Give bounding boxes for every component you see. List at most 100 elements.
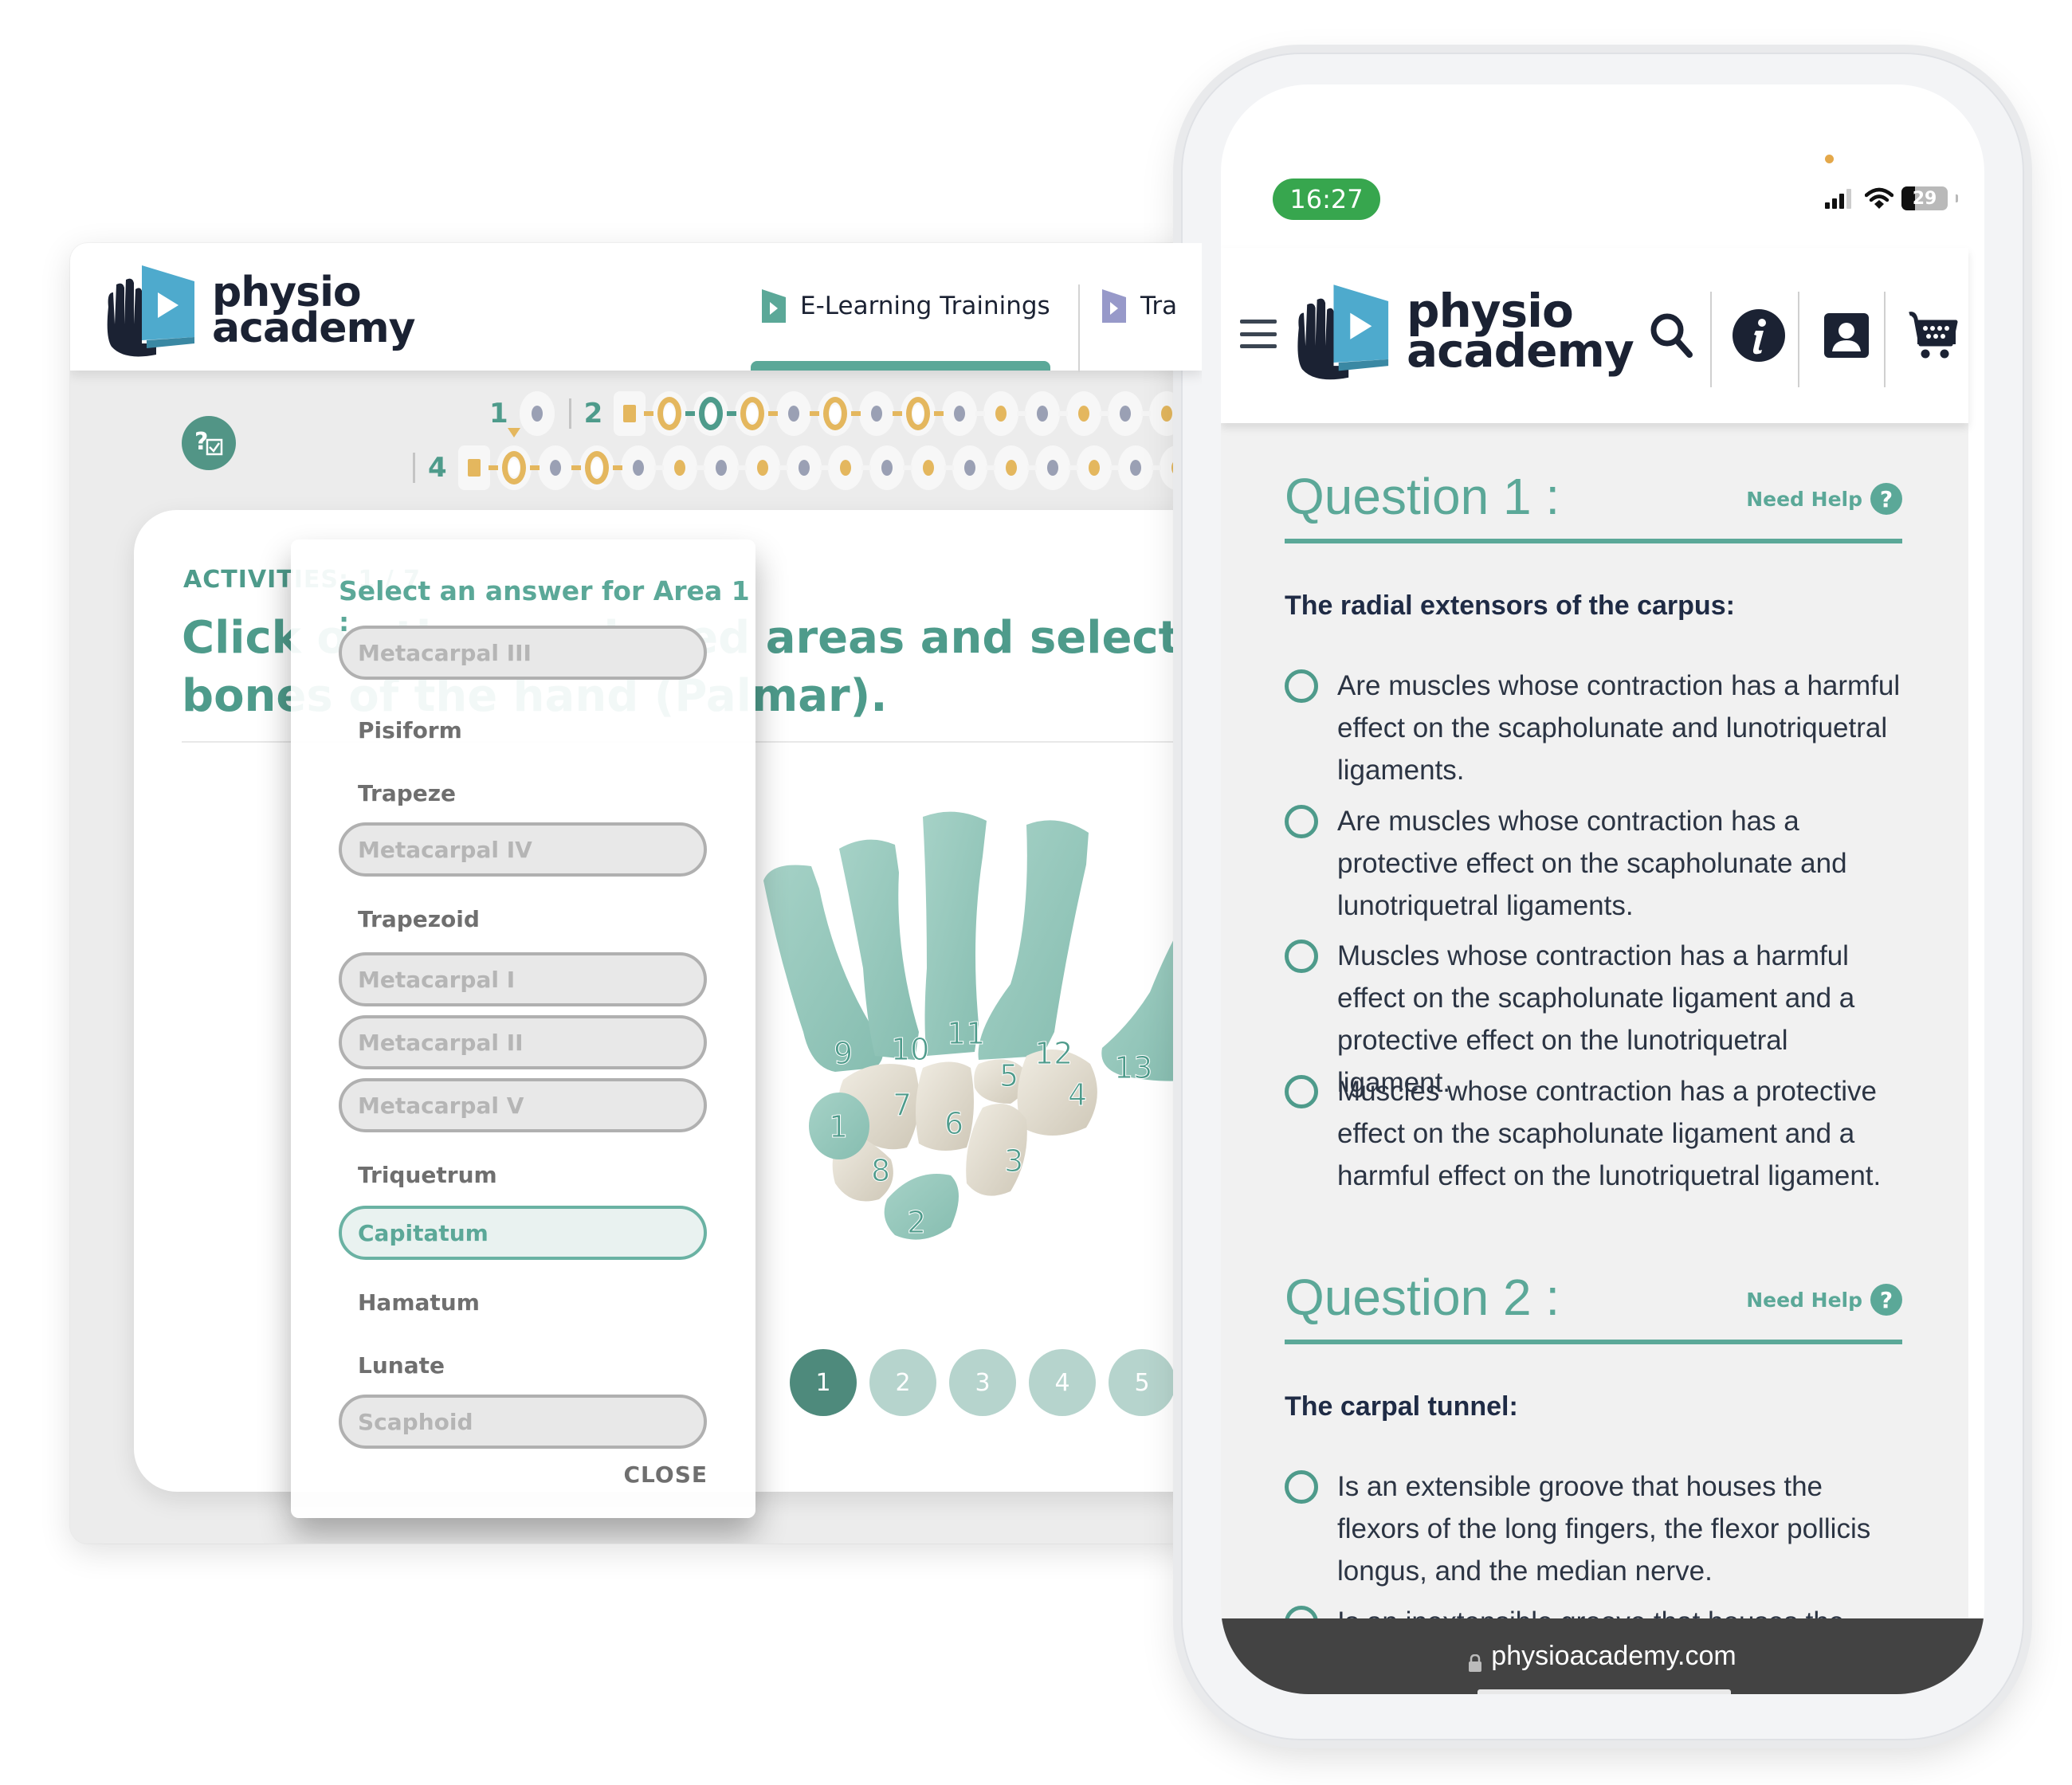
menu-icon[interactable] [1240,320,1277,348]
progress-step-partial[interactable] [910,445,946,490]
bone-area-label[interactable]: 8 [871,1153,891,1189]
radio-button[interactable] [1285,940,1318,973]
question-divider [1285,1340,1902,1344]
url-text: physioacademy.com [1491,1641,1736,1671]
bone-area-label[interactable]: 5 [999,1058,1019,1094]
need-help-link[interactable]: Need Help ? [1746,1284,1902,1316]
progress-step-pending[interactable] [869,445,905,490]
radio-button[interactable] [1285,805,1318,838]
dropdown-option[interactable]: Metacarpal V [339,1078,707,1132]
area-button[interactable]: 2 [869,1349,936,1416]
quiz-help-button[interactable]: ? [182,416,236,470]
progress-step-pending[interactable] [703,445,739,490]
dropdown-option[interactable]: Metacarpal I [339,952,707,1006]
physio-academy-logo[interactable]: physio academy [1289,280,1634,383]
progress-step-pending[interactable] [537,445,573,490]
area-button[interactable]: 4 [1029,1349,1096,1416]
dropdown-option[interactable]: Scaphoid [339,1395,707,1449]
area-button[interactable]: 1 [790,1349,857,1416]
answer-option[interactable]: Is an extensible groove that houses the … [1285,1465,1906,1592]
progress-tracker-row-1: 12 [485,391,1191,436]
bone-area-label[interactable]: 3 [1004,1144,1024,1179]
bone-area-label[interactable]: 12 [1034,1036,1073,1072]
progress-step-completed[interactable] [579,445,614,490]
dropdown-option[interactable]: Trapezoid [339,892,707,946]
bone-area-label[interactable]: 2 [907,1205,927,1241]
radio-button[interactable] [1285,669,1318,703]
progress-section-start[interactable] [457,445,490,490]
answer-dropdown: Select an answer for Area 1 : Metacarpal… [291,539,755,1518]
logo-hand-play-icon [100,261,204,360]
account-button[interactable] [1807,288,1886,383]
progress-step-partial[interactable] [993,445,1029,490]
progress-section-number: 2 [583,398,603,430]
progress-step-pending[interactable] [786,445,822,490]
progress-step-pending[interactable] [620,445,656,490]
progress-step-completed[interactable] [735,391,771,436]
progress-step-partial[interactable] [744,445,780,490]
bone-area-label[interactable]: 1 [829,1109,849,1145]
progress-step-partial[interactable] [827,445,863,490]
dropdown-option[interactable]: Pisiform [339,703,707,757]
hand-bones-diagram[interactable]: 123456789 10 1112 13 [748,793,1194,1335]
progress-step-partial[interactable] [983,391,1019,436]
progress-step-pending[interactable] [519,391,555,436]
bone-area-label[interactable]: 9 [834,1036,854,1072]
info-button[interactable] [1719,288,1799,383]
tab-trainings[interactable]: Tra [1102,289,1177,323]
dropdown-option[interactable]: Metacarpal IV [339,822,707,877]
progress-step-completed[interactable] [652,391,688,436]
progress-step-pending[interactable] [776,391,812,436]
progress-step-pending[interactable] [942,391,978,436]
progress-step-pending[interactable] [1108,391,1144,436]
progress-step-pending[interactable] [859,391,895,436]
info-icon [1733,309,1785,362]
progress-step-partial[interactable] [1066,391,1102,436]
answer-option[interactable]: Are muscles whose contraction has a prot… [1285,800,1906,927]
progress-section-start[interactable] [614,391,646,436]
dropdown-option[interactable]: Capitatum [339,1206,707,1260]
bone-area-label[interactable]: 13 [1114,1050,1153,1086]
browser-address-bar[interactable]: physioacademy.com [1221,1618,1984,1694]
area-button[interactable]: 5 [1109,1349,1175,1416]
need-help-link[interactable]: Need Help ? [1746,483,1902,515]
progress-step-partial[interactable] [1149,391,1185,436]
bone-area-label[interactable]: 4 [1068,1077,1088,1113]
tab-elearning-trainings[interactable]: E-Learning Trainings [762,289,1050,323]
dropdown-option[interactable]: Hamatum [339,1275,707,1329]
dropdown-option[interactable]: Trapeze [339,766,707,820]
progress-step-partial[interactable] [1076,445,1112,490]
close-button[interactable]: CLOSE [624,1461,708,1488]
progress-step-pending[interactable] [1025,391,1061,436]
progress-step-completed[interactable] [901,391,936,436]
progress-step-partial[interactable] [661,445,697,490]
physio-academy-logo[interactable]: physio academy [100,261,416,360]
progress-step-pending[interactable] [1117,445,1153,490]
answer-option[interactable]: Muscles whose contraction has a protecti… [1285,1070,1906,1197]
bone-area-label[interactable]: 10 [891,1032,930,1068]
progress-step-pending[interactable] [952,445,987,490]
progress-step-completed[interactable] [818,391,854,436]
mobile-site-header: physio academy [1221,248,1968,423]
dropdown-option[interactable]: Lunate [339,1338,707,1392]
progress-step-completed[interactable] [496,428,532,490]
progress-step-completed[interactable] [693,391,729,436]
phone-screen: 16:27 29 physio academy Question 1: Nee… [1221,84,1984,1694]
bone-area-label[interactable]: 7 [893,1088,912,1124]
dropdown-option[interactable]: Triquetrum [339,1148,707,1202]
cart-icon [1909,312,1958,359]
radio-button[interactable] [1285,1470,1318,1504]
dropdown-option[interactable]: Metacarpal II [339,1015,707,1069]
question-checkbox-icon: ? [194,428,223,456]
area-button[interactable]: 3 [949,1349,1016,1416]
bone-area-label[interactable]: 6 [944,1106,964,1142]
progress-step-pending[interactable] [1034,445,1070,490]
wifi-icon [1865,187,1893,209]
search-button[interactable] [1631,288,1711,383]
answer-option[interactable]: Are muscles whose contraction has a harm… [1285,665,1906,791]
dropdown-option[interactable]: Metacarpal III [339,626,707,680]
header-divider [1884,292,1886,387]
radio-button[interactable] [1285,1075,1318,1108]
cart-button[interactable] [1893,288,1972,383]
bone-area-label[interactable]: 11 [947,1016,986,1052]
